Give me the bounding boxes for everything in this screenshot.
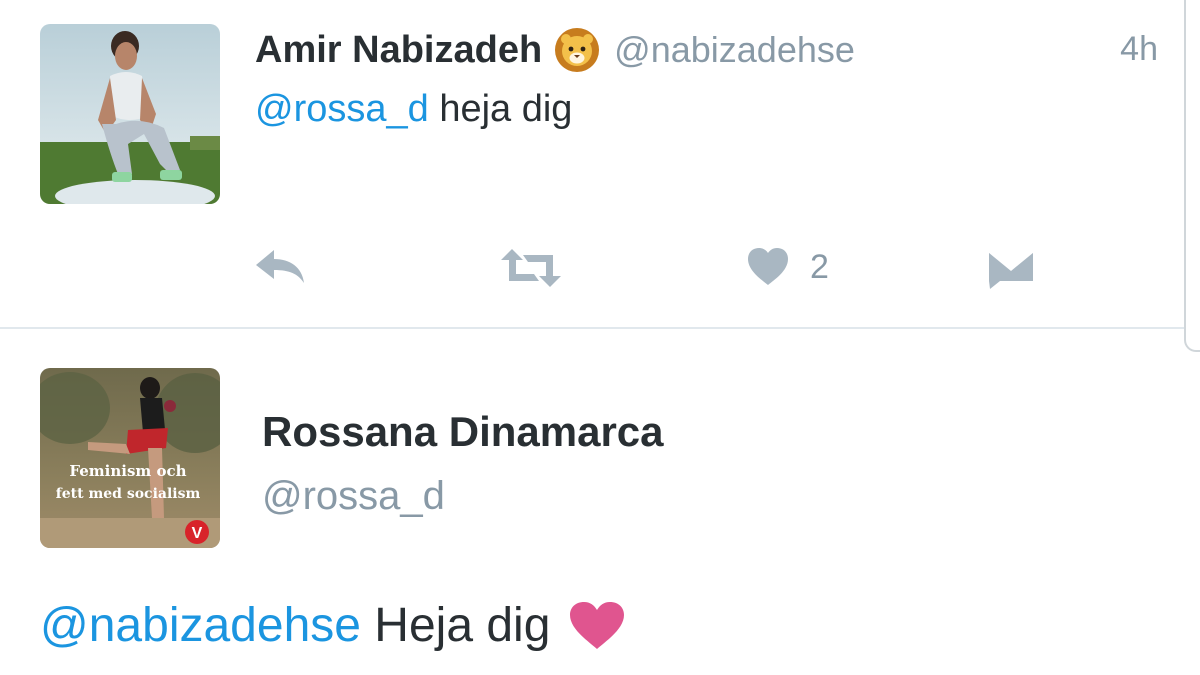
author-name[interactable]: Amir Nabizadeh xyxy=(255,29,542,72)
quoted-author-name[interactable]: Rossana Dinamarca xyxy=(262,408,664,456)
avatar-amir[interactable] xyxy=(40,24,220,204)
scrollbar[interactable] xyxy=(1184,0,1200,352)
quoted-author-handle[interactable]: @rossa_d xyxy=(262,474,445,519)
tweet-timestamp[interactable]: 4h xyxy=(1120,30,1158,69)
quoted-mention-link[interactable]: @nabizadehse xyxy=(40,598,361,653)
quoted-text-content: Heja dig xyxy=(360,599,551,652)
like-count: 2 xyxy=(810,247,829,286)
direct-message-button[interactable] xyxy=(988,249,1034,289)
tweet-divider xyxy=(0,327,1186,329)
tweet-text-content: heja dig xyxy=(428,88,573,130)
avatar-rossana[interactable]: Feminism och fett med socialism V xyxy=(40,368,220,548)
like-button[interactable]: 2 xyxy=(746,247,829,287)
mention-link[interactable]: @rossa_d xyxy=(255,88,429,130)
retweet-button[interactable] xyxy=(500,247,562,289)
avatar-caption-line1: Feminism och xyxy=(69,462,186,480)
reply-button[interactable] xyxy=(254,247,306,287)
tweet-text: @rossa_d heja dig xyxy=(255,88,572,131)
quoted-tweet-text: @nabizadehse Heja dig xyxy=(40,598,626,653)
retweet-icon xyxy=(500,247,562,289)
author-handle[interactable]: @nabizadehse xyxy=(614,29,855,71)
red-heart-emoji xyxy=(568,601,626,651)
reply-icon xyxy=(254,247,306,287)
tweet-actions: 2 xyxy=(0,245,1186,295)
envelope-icon xyxy=(988,249,1034,289)
lion-face-emoji xyxy=(554,27,600,73)
heart-icon xyxy=(746,247,790,287)
party-badge: V xyxy=(192,525,203,542)
tweet[interactable]: Amir Nabizadeh @nabizadehse 4h @rossa_d … xyxy=(0,0,1186,328)
avatar-caption-line2: fett med socialism xyxy=(56,486,201,502)
